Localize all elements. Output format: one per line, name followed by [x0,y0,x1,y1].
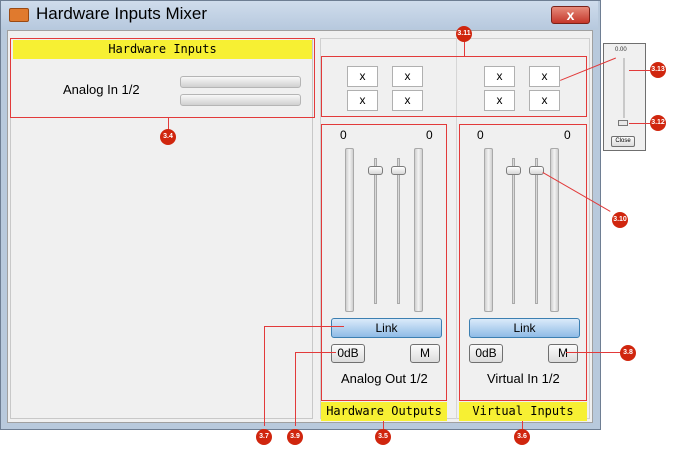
analog-out-label: Analog Out 1/2 [341,371,428,386]
virtual-in-fader-right[interactable] [529,166,544,175]
analog-out-left-level: 0 [340,128,347,142]
callout-line [566,352,621,353]
analog-out-fader-track-right [397,158,400,304]
virtual-inputs-footer: Virtual Inputs [459,402,587,421]
callout-marker: 3.11 [456,26,472,42]
window-title: Hardware Inputs Mixer [36,4,208,23]
virtual-in-meter-right [550,148,559,312]
analog-out-right-level: 0 [426,128,433,142]
input-level-meter-right [180,94,301,106]
gain-popup-value: 0.00 [615,47,627,53]
gain-popup-slider[interactable] [618,120,628,126]
input-level-meter-left [180,76,301,88]
callout-marker: 3.12 [650,115,666,131]
close-icon[interactable]: x [551,6,590,24]
matrix-cell[interactable]: x [529,66,560,87]
virtual-in-mute-button[interactable]: M [548,344,578,363]
virtual-in-fader-track-left [512,158,515,304]
callout-line [383,421,384,429]
analog-out-meter-left [345,148,354,312]
callout-line [295,352,336,353]
callout-marker: 3.9 [287,429,303,445]
callout-line [522,421,523,429]
analog-out-fader-track-left [374,158,377,304]
analog-out-mute-button[interactable]: M [410,344,440,363]
callout-marker: 3.4 [160,129,176,145]
callout-line [629,70,650,71]
analog-out-fader-left[interactable] [368,166,383,175]
callout-marker: 3.6 [514,429,530,445]
analog-in-label: Analog In 1/2 [63,82,140,97]
virtual-in-meter-left [484,148,493,312]
virtual-in-fader-track-right [535,158,538,304]
analog-out-link-button[interactable]: Link [331,318,442,338]
virtual-in-link-button[interactable]: Link [469,318,580,338]
matrix-cell[interactable]: x [392,90,423,111]
gain-popup-track [623,58,625,118]
matrix-cell[interactable]: x [529,90,560,111]
callout-marker: 3.10 [612,212,628,228]
callout-line [295,352,296,426]
callout-line [264,326,344,327]
virtual-in-gain-button[interactable]: 0dB [469,344,503,363]
matrix-cell[interactable]: x [484,66,515,87]
matrix-cell[interactable]: x [392,66,423,87]
virtual-in-right-level: 0 [564,128,571,142]
matrix-cell[interactable]: x [484,90,515,111]
matrix-cell[interactable]: x [347,66,378,87]
callout-marker: 3.13 [650,62,666,78]
callout-marker: 3.7 [256,429,272,445]
callout-marker: 3.8 [620,345,636,361]
analog-out-gain-button[interactable]: 0dB [331,344,365,363]
analog-out-fader-right[interactable] [391,166,406,175]
virtual-in-fader-left[interactable] [506,166,521,175]
app-icon [9,8,29,22]
callout-line [264,326,265,426]
matrix-cell[interactable]: x [347,90,378,111]
virtual-in-left-level: 0 [477,128,484,142]
callout-marker: 3.5 [375,429,391,445]
analog-out-meter-right [414,148,423,312]
hardware-outputs-footer: Hardware Outputs [321,402,447,421]
virtual-in-label: Virtual In 1/2 [487,371,560,386]
gain-popup-close-button[interactable]: Close [611,136,635,147]
callout-line [464,40,465,56]
callout-line [629,123,650,124]
